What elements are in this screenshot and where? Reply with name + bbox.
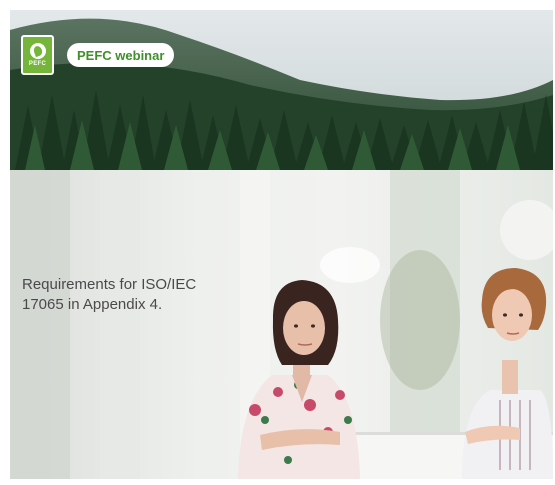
logo-label: PEFC [28,61,47,67]
webinar-badge: PEFC webinar [67,43,175,67]
video-frame[interactable]: PEFC PEFC webinar Requirements for ISO/I… [10,10,553,479]
leaf-icon [29,43,46,59]
forest-illustration [10,10,553,170]
forest-banner: PEFC PEFC webinar [10,10,553,170]
presenters-illustration [10,170,553,479]
pefc-logo: PEFC [21,35,54,75]
video-caption: Requirements for ISO/IEC 17065 in Append… [22,276,197,313]
video-scene: Requirements for ISO/IEC 17065 in Append… [10,170,553,479]
